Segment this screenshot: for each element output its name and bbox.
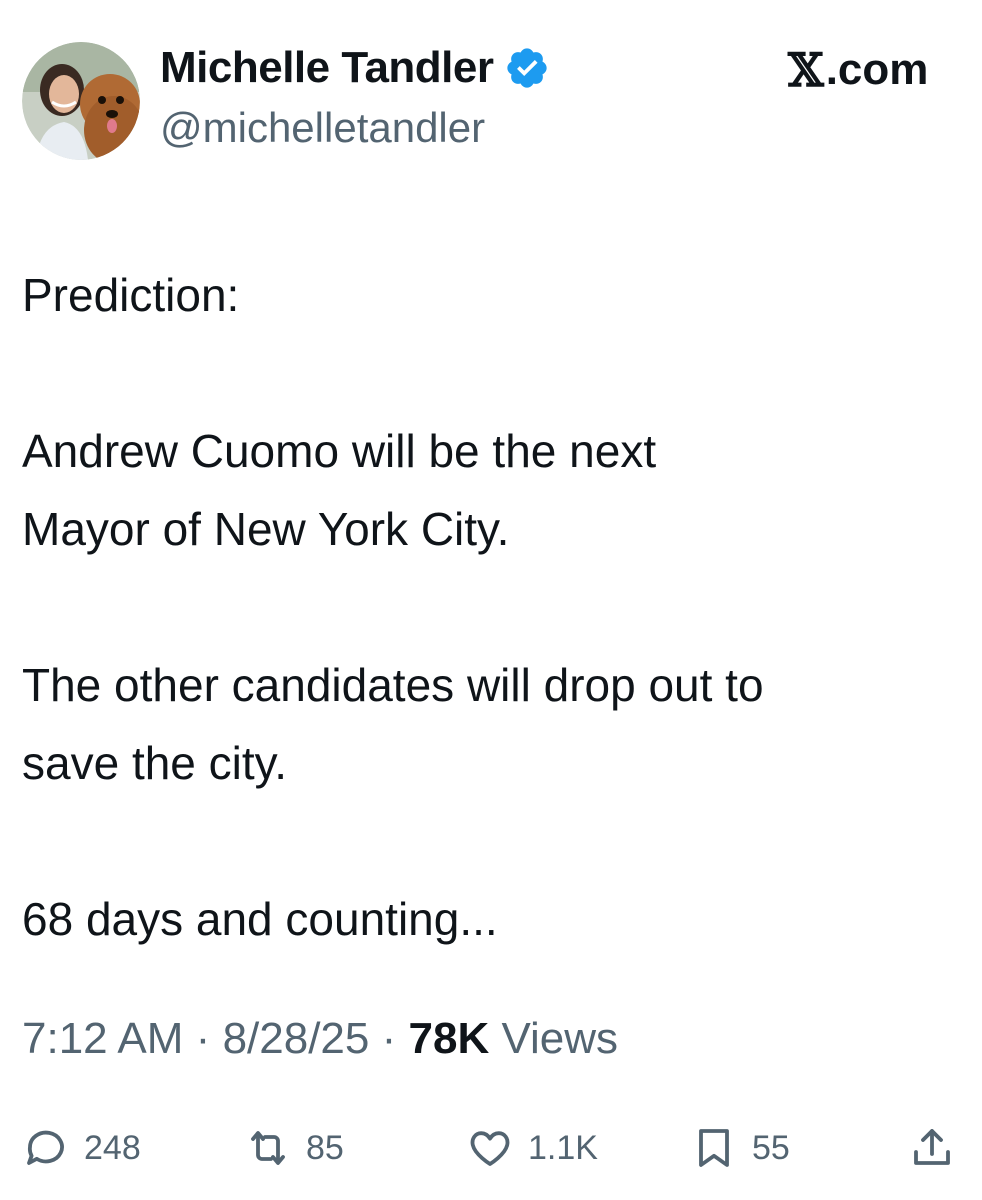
meta-separator: · xyxy=(195,1014,211,1063)
tweet-paragraph: 68 days and counting... xyxy=(22,880,962,958)
tweet-date[interactable]: 8/28/25 xyxy=(223,1014,370,1063)
avatar-photo xyxy=(22,42,140,160)
x-logo: 𝕏 xyxy=(788,43,824,97)
reply-button[interactable]: 248 xyxy=(22,1116,141,1180)
bookmark-icon xyxy=(690,1124,738,1172)
share-button[interactable] xyxy=(908,1116,956,1180)
bookmark-button[interactable]: 55 xyxy=(690,1116,790,1180)
like-button[interactable]: 1.1K xyxy=(466,1116,598,1180)
heart-icon xyxy=(466,1124,514,1172)
bookmark-count: 55 xyxy=(752,1128,790,1167)
verified-badge-icon xyxy=(504,45,550,91)
tweet-paragraph: Prediction: xyxy=(22,256,962,334)
tweet-line: save the city. xyxy=(22,737,288,789)
tweet-line: Andrew Cuomo will be the next xyxy=(22,425,657,477)
site-label: 𝕏 .com xyxy=(788,42,928,98)
meta-separator: · xyxy=(381,1014,397,1063)
tweet-paragraph: The other candidates will drop out to sa… xyxy=(22,646,962,802)
action-bar: 248 85 1.1K 55 xyxy=(0,1116,982,1180)
repost-button[interactable]: 85 xyxy=(244,1116,344,1180)
tweet-time[interactable]: 7:12 AM xyxy=(22,1014,183,1063)
views-count: 78K xyxy=(408,1014,490,1063)
tweet-header: Michelle Tandler @michelletandler 𝕏 .com xyxy=(0,0,982,180)
views-label: Views xyxy=(501,1014,619,1063)
reply-icon xyxy=(22,1124,70,1172)
display-name[interactable]: Michelle Tandler xyxy=(160,43,494,93)
display-name-row[interactable]: Michelle Tandler xyxy=(160,38,550,98)
avatar[interactable] xyxy=(22,42,140,160)
reply-count: 248 xyxy=(84,1128,141,1167)
like-count: 1.1K xyxy=(528,1128,598,1167)
repost-count: 85 xyxy=(306,1128,344,1167)
tweet-line: The other candidates will drop out to xyxy=(22,659,764,711)
tweet-meta: 7:12 AM · 8/28/25 · 78K Views xyxy=(22,1014,618,1064)
tweet-line: 68 days and counting... xyxy=(22,893,498,945)
share-icon xyxy=(908,1124,956,1172)
user-handle[interactable]: @michelletandler xyxy=(160,104,485,152)
site-label-text: .com xyxy=(825,45,929,94)
tweet-text: Prediction: Andrew Cuomo will be the nex… xyxy=(22,256,962,958)
tweet-line: Mayor of New York City. xyxy=(22,503,510,555)
tweet-line: Prediction: xyxy=(22,269,240,321)
repost-icon xyxy=(244,1124,292,1172)
tweet-paragraph: Andrew Cuomo will be the next Mayor of N… xyxy=(22,412,962,568)
